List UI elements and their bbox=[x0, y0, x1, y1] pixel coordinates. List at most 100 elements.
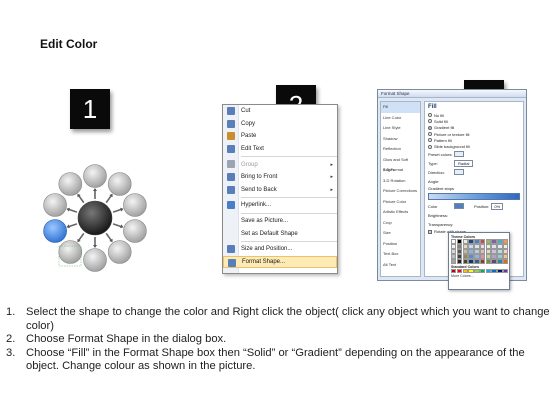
outer-node[interactable] bbox=[58, 172, 83, 196]
theme-color-swatch[interactable] bbox=[462, 243, 468, 249]
radio-button[interactable] bbox=[428, 125, 432, 130]
theme-color-swatch[interactable] bbox=[468, 243, 474, 249]
standard-color-swatch[interactable] bbox=[468, 268, 474, 274]
theme-color-swatch[interactable] bbox=[468, 258, 474, 264]
category-item[interactable]: 3-D Format bbox=[381, 165, 420, 176]
theme-color-swatch[interactable] bbox=[456, 258, 463, 264]
radio-button[interactable] bbox=[428, 119, 432, 124]
theme-color-swatch[interactable] bbox=[485, 243, 492, 249]
color-dropdown-button[interactable] bbox=[454, 203, 464, 210]
outer-node[interactable] bbox=[83, 164, 107, 188]
selected-node[interactable] bbox=[43, 219, 67, 243]
theme-color-swatch[interactable] bbox=[451, 248, 457, 254]
theme-color-swatch[interactable] bbox=[497, 248, 503, 254]
theme-color-swatch[interactable] bbox=[468, 248, 474, 254]
theme-color-swatch[interactable] bbox=[456, 243, 463, 249]
theme-color-swatch[interactable] bbox=[491, 239, 497, 244]
outer-node[interactable] bbox=[107, 240, 132, 264]
theme-color-swatch[interactable] bbox=[474, 253, 480, 259]
circle-node-diagram[interactable] bbox=[36, 160, 154, 272]
theme-color-swatch[interactable] bbox=[474, 258, 480, 264]
preset-colors-dropdown[interactable] bbox=[454, 151, 464, 158]
radio-button[interactable] bbox=[428, 138, 432, 143]
theme-color-swatch[interactable] bbox=[497, 258, 503, 264]
theme-color-swatch[interactable] bbox=[451, 239, 457, 244]
category-item[interactable]: 3-D Rotation bbox=[381, 176, 420, 187]
menu-item-cut[interactable]: Cut bbox=[223, 105, 337, 118]
theme-color-swatch[interactable] bbox=[474, 239, 480, 244]
theme-color-swatch[interactable] bbox=[451, 253, 457, 259]
gradient-stops-bar[interactable] bbox=[428, 192, 520, 200]
standard-color-swatch[interactable] bbox=[474, 268, 480, 274]
standard-color-swatch[interactable] bbox=[497, 268, 503, 274]
center-node[interactable] bbox=[77, 200, 113, 236]
outer-node[interactable] bbox=[123, 219, 147, 243]
theme-color-swatch[interactable] bbox=[456, 253, 463, 259]
category-item[interactable]: Artistic Effects bbox=[381, 207, 420, 218]
category-item[interactable]: Line Style bbox=[381, 123, 420, 134]
theme-color-swatch[interactable] bbox=[491, 248, 497, 254]
theme-color-swatch[interactable] bbox=[474, 243, 480, 249]
category-item[interactable]: Position bbox=[381, 239, 420, 250]
standard-color-swatch[interactable] bbox=[479, 268, 486, 274]
menu-item-size-and-position[interactable]: Size and Position... bbox=[223, 243, 337, 256]
theme-color-swatch[interactable] bbox=[468, 253, 474, 259]
category-item[interactable]: Shadow bbox=[381, 134, 420, 145]
theme-color-swatch[interactable] bbox=[503, 253, 509, 259]
theme-color-swatch[interactable] bbox=[479, 248, 486, 254]
theme-color-swatch[interactable] bbox=[474, 248, 480, 254]
category-item[interactable]: Line Color bbox=[381, 113, 420, 124]
theme-color-swatch[interactable] bbox=[468, 239, 474, 244]
theme-color-swatch[interactable] bbox=[491, 243, 497, 249]
category-item[interactable]: Crop bbox=[381, 218, 420, 229]
category-item[interactable]: Text Box bbox=[381, 249, 420, 260]
outer-node[interactable] bbox=[58, 240, 83, 264]
theme-color-swatch[interactable] bbox=[503, 243, 509, 249]
position-input[interactable]: 0% bbox=[491, 202, 504, 210]
direction-dropdown[interactable] bbox=[454, 169, 464, 176]
theme-color-swatch[interactable] bbox=[503, 258, 509, 264]
outer-node[interactable] bbox=[107, 172, 132, 196]
standard-color-swatch[interactable] bbox=[491, 268, 497, 274]
menu-item-send-to-back[interactable]: Send to Back ▸ bbox=[223, 184, 337, 197]
theme-color-swatch[interactable] bbox=[456, 248, 463, 254]
theme-color-swatch[interactable] bbox=[497, 239, 503, 244]
theme-color-swatch[interactable] bbox=[479, 243, 486, 249]
standard-color-swatch[interactable] bbox=[485, 268, 492, 274]
standard-color-swatch[interactable] bbox=[462, 268, 468, 274]
menu-item-format-shape[interactable]: Format Shape... bbox=[223, 255, 337, 269]
menu-item-paste[interactable]: Paste bbox=[223, 130, 337, 143]
theme-color-swatch[interactable] bbox=[462, 253, 468, 259]
standard-color-swatch[interactable] bbox=[456, 268, 463, 274]
rotate-checkbox[interactable] bbox=[428, 229, 432, 234]
theme-color-swatch[interactable] bbox=[451, 258, 457, 264]
radio-button[interactable] bbox=[428, 132, 432, 137]
radio-button[interactable] bbox=[428, 113, 432, 118]
outer-node[interactable] bbox=[43, 193, 67, 217]
theme-color-swatch[interactable] bbox=[479, 239, 486, 244]
category-item[interactable]: Reflection bbox=[381, 144, 420, 155]
menu-item-set-as-default-shape[interactable]: Set as Default Shape bbox=[223, 227, 337, 240]
category-item[interactable]: Fill bbox=[381, 102, 420, 113]
theme-color-swatch[interactable] bbox=[497, 253, 503, 259]
theme-color-swatch[interactable] bbox=[485, 239, 492, 244]
category-item[interactable]: Picture Corrections bbox=[381, 186, 420, 197]
theme-color-swatch[interactable] bbox=[497, 243, 503, 249]
menu-item-save-as-picture[interactable]: Save as Picture... bbox=[223, 215, 337, 228]
menu-item-copy[interactable]: Copy bbox=[223, 118, 337, 131]
theme-color-swatch[interactable] bbox=[479, 253, 486, 259]
standard-color-swatch[interactable] bbox=[451, 268, 457, 274]
theme-color-swatch[interactable] bbox=[462, 239, 468, 244]
category-item[interactable]: Alt Text bbox=[381, 260, 420, 271]
radio-button[interactable] bbox=[428, 144, 432, 149]
theme-color-swatch[interactable] bbox=[456, 239, 463, 244]
menu-item-edit-text[interactable]: Edit Text bbox=[223, 143, 337, 156]
theme-color-swatch[interactable] bbox=[462, 258, 468, 264]
theme-color-swatch[interactable] bbox=[479, 258, 486, 264]
theme-color-swatch[interactable] bbox=[503, 239, 509, 244]
theme-color-swatch[interactable] bbox=[491, 253, 497, 259]
theme-color-swatch[interactable] bbox=[485, 253, 492, 259]
menu-item-bring-to-front[interactable]: Bring to Front ▸ bbox=[223, 171, 337, 184]
theme-color-swatch[interactable] bbox=[491, 258, 497, 264]
menu-item-group[interactable]: Group ▸ bbox=[223, 158, 337, 171]
